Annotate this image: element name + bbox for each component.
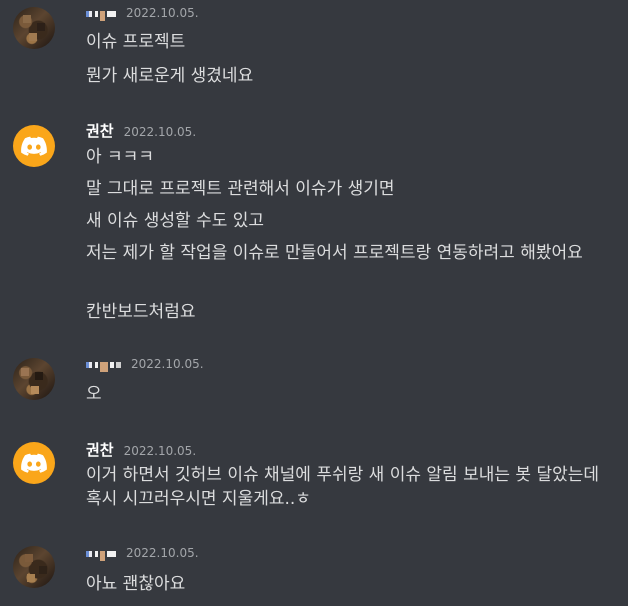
message-timestamp: 2022.10.05. [123, 125, 197, 139]
user-avatar[interactable] [13, 358, 55, 400]
message-text: 아 ㅋㅋㅋ [86, 147, 154, 167]
discord-avatar[interactable] [13, 442, 55, 484]
discord-logo-icon [21, 453, 47, 473]
message-header: 권찬 2022.10.05. [86, 120, 196, 140]
message-timestamp: 2022.10.05. [123, 444, 197, 458]
username[interactable]: 권찬 [86, 439, 114, 460]
message-header: 2022.10.05. [86, 357, 204, 377]
message-timestamp: 2022.10.05. [126, 546, 199, 560]
message-text: 오 [86, 384, 102, 404]
user-avatar[interactable] [13, 546, 55, 588]
message-text: 아뇨 괜찮아요 [86, 574, 186, 594]
discord-logo-icon [21, 136, 47, 156]
message-timestamp: 2022.10.05. [131, 357, 204, 371]
message-text: 말 그대로 프로젝트 관련해서 이슈가 생기면 [86, 179, 395, 199]
message-text: 이거 하면서 깃허브 이슈 채널에 푸쉬랑 새 이슈 알림 보내는 봇 달았는데… [86, 465, 600, 509]
message-text: 새 이슈 생성할 수도 있고 [86, 211, 265, 231]
message-text: 저는 제가 할 작업을 이슈로 만들어서 프로젝트랑 연동하려고 해봤어요 [86, 243, 583, 263]
username[interactable]: 권찬 [86, 120, 114, 141]
message-text: 이슈 프로젝트 [86, 32, 186, 52]
username-redacted[interactable] [86, 11, 116, 25]
message-text: 뭔가 새로운게 생겼네요 [86, 66, 254, 86]
message-text: 칸반보드처럼요 [86, 302, 196, 322]
username-redacted[interactable] [86, 362, 121, 376]
discord-avatar[interactable] [13, 125, 55, 167]
chat-log: 2022.10.05. 이슈 프로젝트 뭔가 새로운게 생겼네요 권찬 2022… [0, 0, 628, 606]
message-header: 2022.10.05. [86, 6, 199, 26]
username-redacted[interactable] [86, 551, 116, 565]
user-avatar[interactable] [13, 7, 55, 49]
message-header: 권찬 2022.10.05. [86, 439, 196, 459]
message-header: 2022.10.05. [86, 546, 199, 566]
message-timestamp: 2022.10.05. [126, 6, 199, 20]
